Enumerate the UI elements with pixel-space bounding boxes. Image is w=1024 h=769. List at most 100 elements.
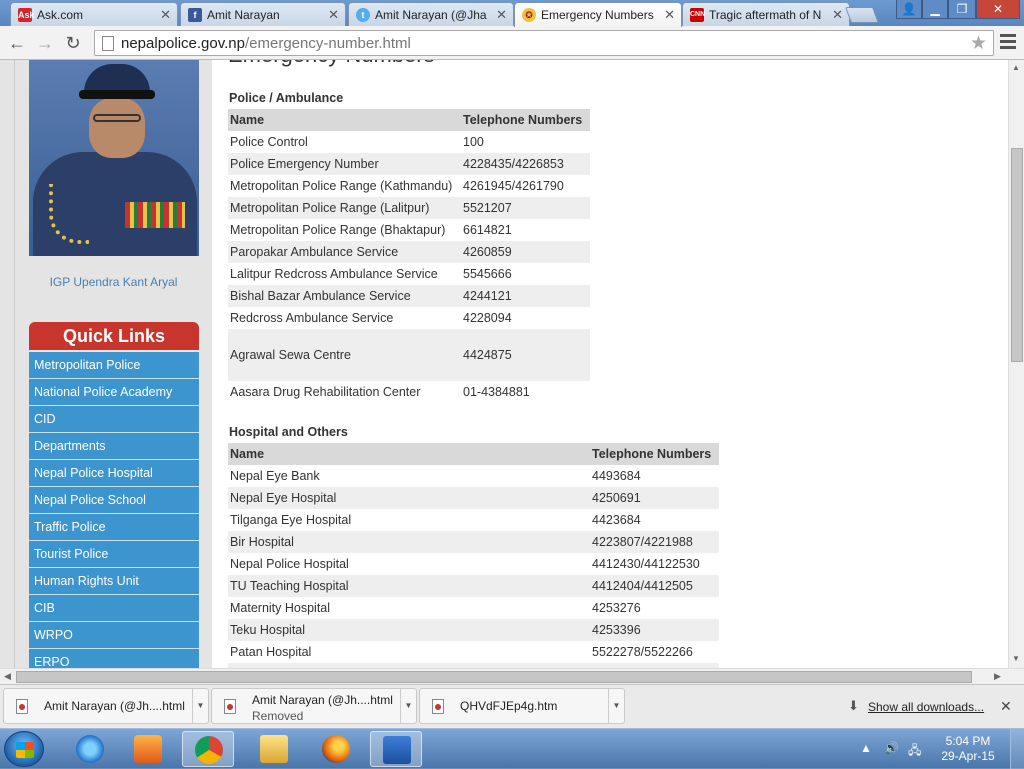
contact-name: Lalitpur Redcross Ambulance Service [230, 267, 438, 281]
contact-phone: 4253396 [590, 619, 719, 641]
table-row: Nepal Police Hospital 4412430/44122530 [228, 553, 719, 575]
tab-close-icon[interactable]: ✕ [160, 7, 171, 23]
download-menu-chevron-icon[interactable]: ▼ [192, 689, 208, 723]
quick-link-nepal-police-hospital[interactable]: Nepal Police Hospital [29, 460, 199, 487]
tab-twitter[interactable]: t Amit Narayan (@Jha ✕ [348, 2, 514, 26]
reload-icon[interactable]: ↻ [62, 32, 84, 54]
igp-caption[interactable]: IGP Upendra Kant Aryal [15, 275, 212, 289]
forward-arrow-icon[interactable]: → [34, 32, 56, 54]
quick-link-departments[interactable]: Departments [29, 433, 199, 460]
html-file-icon [16, 699, 28, 714]
quick-link-wrpo[interactable]: WRPO [29, 622, 199, 649]
close-downloads-bar-icon[interactable]: ✕ [1000, 698, 1012, 715]
new-tab-button[interactable] [845, 7, 879, 23]
tab-close-icon[interactable]: ✕ [496, 7, 507, 23]
tab-ask[interactable]: Ask Ask.com ✕ [10, 2, 178, 26]
media-player-icon[interactable] [122, 731, 174, 767]
scroll-down-arrow-icon[interactable]: ▼ [1012, 654, 1020, 663]
table-row: Teku Hospital 4253396 [228, 619, 719, 641]
download-item[interactable]: Amit Narayan (@Jh....html ▼ [3, 688, 209, 724]
scroll-left-arrow-icon[interactable]: ◀ [4, 671, 11, 682]
volume-icon[interactable]: 🔊 [884, 741, 899, 755]
download-arrow-icon: ⬇ [848, 698, 859, 713]
table-row: Nepal Eye Hospital 4250691 [228, 487, 719, 509]
url-host: nepalpolice.gov.np [121, 35, 245, 52]
html-file-icon [224, 699, 236, 714]
show-hidden-icons-chevron-icon[interactable]: ▲ [860, 741, 872, 755]
tab-close-icon[interactable]: ✕ [664, 7, 675, 23]
tab-close-icon[interactable]: ✕ [832, 7, 843, 23]
address-bar[interactable]: nepalpolice.gov.np/emergency-number.html… [94, 30, 994, 56]
quick-link-nepal-police-school[interactable]: Nepal Police School [29, 487, 199, 514]
tab-emergency-numbers[interactable]: ✪ Emergency Numbers ✕ [514, 2, 682, 27]
word-icon[interactable] [370, 731, 422, 767]
download-item[interactable]: Amit Narayan (@Jh....html Removed ▼ [211, 688, 417, 724]
back-arrow-icon[interactable]: ← [6, 32, 28, 54]
tab-facebook[interactable]: f Amit Narayan ✕ [180, 2, 346, 26]
show-all-downloads-link[interactable]: Show all downloads... [868, 700, 984, 714]
table-row: Lalitpur Redcross Ambulance Service 55456… [228, 263, 590, 285]
user-icon[interactable]: 👤 [896, 0, 922, 19]
scroll-up-arrow-icon[interactable]: ▲ [1012, 63, 1020, 72]
contact-name: Tilganga Eye Hospital [230, 513, 352, 527]
restore-button[interactable]: ❐ [948, 0, 976, 19]
hospital-section-title: Hospital and Others [229, 425, 348, 439]
contact-name: Metropolitan Police Range (Kathmandu) [230, 179, 453, 193]
table-row: Tilganga Eye Hospital 4423684 [228, 509, 719, 531]
internet-explorer-icon[interactable] [64, 731, 116, 767]
file-explorer-icon[interactable] [248, 731, 300, 767]
horizontal-scroll-thumb[interactable] [16, 671, 972, 683]
page-icon [102, 36, 114, 51]
start-button[interactable] [4, 731, 44, 767]
chrome-icon[interactable] [182, 731, 234, 767]
contact-name: Police Emergency Number [228, 153, 461, 175]
table-header-row: Name Telephone Numbers [228, 109, 590, 131]
quick-link-traffic-police[interactable]: Traffic Police [29, 514, 199, 541]
network-icon[interactable]: 🖧 [908, 741, 921, 762]
contact-phone: 5521207 [461, 197, 590, 219]
tab-close-icon[interactable]: ✕ [328, 7, 339, 23]
column-header-name: Name [228, 109, 461, 131]
quick-link-metropolitan-police[interactable]: Metropolitan Police [29, 352, 199, 379]
vertical-scrollbar[interactable]: ▲ ▼ [1008, 60, 1024, 668]
police-section-title: Police / Ambulance [229, 91, 344, 105]
contact-name: TU Teaching Hospital [228, 575, 590, 597]
browser-tab-strip: Ask Ask.com ✕ f Amit Narayan ✕ t Amit Na… [0, 0, 1024, 27]
download-item[interactable]: QHVdFJEp4g.htm ▼ [419, 688, 625, 724]
quick-link-national-police-academy[interactable]: National Police Academy [29, 379, 199, 406]
table-row: Paropakar Ambulance Service 4260859 [228, 241, 590, 263]
quick-link-tourist-police[interactable]: Tourist Police [29, 541, 199, 568]
main-content: Emergency Numbers Police / Ambulance Nam… [212, 60, 1008, 668]
show-desktop-button[interactable] [1010, 729, 1024, 769]
tab-title: Ask.com [37, 8, 84, 22]
contact-phone: 4223807/4221988 [590, 531, 719, 553]
contact-name: Metropolitan Police Range (Bhaktapur) [230, 223, 446, 237]
tab-cnn[interactable]: CNN Tragic aftermath of N ✕ [682, 2, 850, 26]
contact-phone: 4261945/4261790 [463, 179, 564, 193]
quick-link-human-rights-unit[interactable]: Human Rights Unit [29, 568, 199, 595]
contact-phone: 4228435/4226853 [461, 153, 590, 175]
bookmark-star-icon[interactable]: ★ [970, 32, 987, 55]
minimize-button[interactable]: ▁ [922, 0, 948, 19]
horizontal-scrollbar[interactable]: ◀ ▶ [0, 668, 1024, 684]
vertical-scroll-thumb[interactable] [1011, 148, 1023, 362]
downloads-bar: Amit Narayan (@Jh....html ▼ Amit Narayan… [0, 684, 1024, 728]
police-favicon-icon: ✪ [522, 8, 536, 22]
chrome-menu-icon[interactable] [1000, 34, 1016, 50]
quick-link-cid[interactable]: CID [29, 406, 199, 433]
facebook-favicon-icon: f [188, 8, 202, 22]
contact-name: Bir Hospital [228, 531, 590, 553]
firefox-icon[interactable] [310, 731, 362, 767]
scroll-right-arrow-icon[interactable]: ▶ [994, 671, 1001, 682]
quick-link-cib[interactable]: CIB [29, 595, 199, 622]
contact-phone: 01-4384881 [463, 385, 530, 399]
close-window-button[interactable]: ✕ [976, 0, 1020, 19]
download-menu-chevron-icon[interactable]: ▼ [400, 689, 416, 723]
table-row: Agrawal Sewa Centre 4424875 [228, 329, 590, 381]
download-menu-chevron-icon[interactable]: ▼ [608, 689, 624, 723]
column-header-name: Name [228, 443, 590, 465]
contact-name: Paropakar Ambulance Service [228, 241, 461, 263]
url-path: /emergency-number.html [244, 35, 411, 52]
system-clock[interactable]: 5:04 PM 29-Apr-15 [936, 734, 1000, 764]
quick-link-erpo[interactable]: ERPO [29, 649, 199, 668]
